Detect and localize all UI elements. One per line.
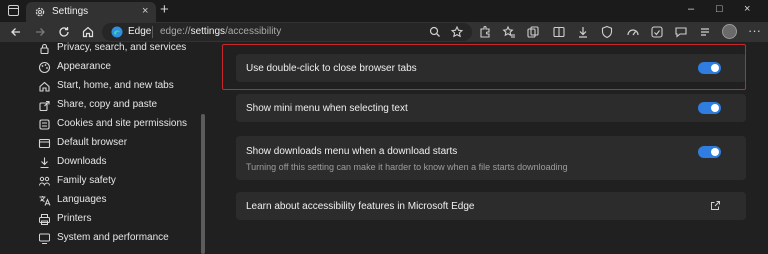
url-text[interactable]: edge://settings/accessibility xyxy=(160,26,281,37)
new-tab-button[interactable]: + xyxy=(160,1,169,18)
title-bar: Settings × + – □ × xyxy=(0,0,768,22)
tab-close-button[interactable]: × xyxy=(142,5,148,17)
sidebar-item-start-home[interactable]: Start, home, and new tabs xyxy=(38,78,198,96)
sidebar-item-cookies[interactable]: Cookies and site permissions xyxy=(38,116,198,134)
mini-menu-toggle[interactable] xyxy=(698,102,721,114)
learn-accessibility-link[interactable]: Learn about accessibility features in Mi… xyxy=(236,192,746,220)
share-icon xyxy=(39,100,50,112)
profile-avatar[interactable] xyxy=(722,24,737,39)
performance-icon[interactable] xyxy=(626,25,640,39)
sidebar-item-languages[interactable]: Languages xyxy=(38,192,198,210)
add-favorite-icon[interactable] xyxy=(450,25,464,39)
sidebar-item-appearance[interactable]: Appearance xyxy=(38,59,198,77)
sidebar-item-privacy[interactable]: Privacy, search, and services xyxy=(38,40,198,58)
settings-and-more-button[interactable]: ··· xyxy=(748,23,761,38)
close-window-button[interactable]: × xyxy=(744,3,750,15)
maximize-button[interactable]: □ xyxy=(716,3,723,15)
collections-icon[interactable] xyxy=(526,25,540,39)
sidebar-item-label: Cookies and site permissions xyxy=(57,118,188,129)
highlight-box xyxy=(222,44,746,90)
downloads-menu-setting: Show downloads menu when a download star… xyxy=(236,136,746,180)
sidebar-item-label: Privacy, search, and services xyxy=(57,42,187,53)
mini-menu-setting: Show mini menu when selecting text xyxy=(236,94,746,122)
sidebar-item-default-browser[interactable]: Default browser xyxy=(38,135,198,153)
extension-icon[interactable] xyxy=(478,25,492,39)
address-toolbar: Edge edge://settings/accessibility ··· xyxy=(0,22,768,42)
gear-icon xyxy=(35,7,45,17)
setting-description: Turning off this setting can make it har… xyxy=(246,162,568,172)
default-browser-icon xyxy=(38,138,51,149)
home-icon[interactable] xyxy=(80,24,96,40)
tab-title: Settings xyxy=(52,6,89,17)
split-screen-icon[interactable] xyxy=(552,25,566,39)
browser-essentials-icon[interactable] xyxy=(650,25,664,39)
family-icon xyxy=(39,176,50,186)
sidebar-item-label: Share, copy and paste xyxy=(57,99,158,110)
sidebar-item-downloads[interactable]: Downloads xyxy=(38,154,198,172)
system-icon xyxy=(39,233,50,244)
refresh-icon[interactable] xyxy=(56,24,72,40)
address-bar[interactable]: Edge edge://settings/accessibility xyxy=(102,23,472,41)
download-icon xyxy=(40,157,49,169)
printer-icon xyxy=(39,214,50,225)
sidebar-item-label: System and performance xyxy=(57,232,169,243)
sidebar-scroll-thumb[interactable] xyxy=(201,114,205,254)
lock-icon xyxy=(40,43,49,55)
tab-settings[interactable]: Settings × xyxy=(26,2,156,22)
address-separator xyxy=(152,26,153,38)
zoom-icon[interactable] xyxy=(428,25,442,39)
downloads-menu-toggle[interactable] xyxy=(698,146,721,158)
sidebar-item-label: Languages xyxy=(57,194,107,205)
settings-sidebar: Privacy, search, and services Appearance… xyxy=(0,42,210,254)
languages-icon xyxy=(39,196,51,206)
learn-more-label: Learn about accessibility features in Mi… xyxy=(246,201,475,212)
sidebar-item-family-safety[interactable]: Family safety xyxy=(38,173,198,191)
brand-label: Edge xyxy=(128,26,152,37)
appearance-icon xyxy=(38,61,51,74)
sidebar-item-share[interactable]: Share, copy and paste xyxy=(38,97,198,115)
favorites-icon[interactable] xyxy=(502,25,516,39)
edge-logo-icon xyxy=(111,26,123,38)
back-icon[interactable] xyxy=(8,24,24,40)
sidebar-item-label: Family safety xyxy=(57,175,116,186)
external-link-icon[interactable] xyxy=(710,200,721,211)
setting-label: Show downloads menu when a download star… xyxy=(246,146,458,157)
copilot-icon[interactable] xyxy=(698,25,712,39)
sidebar-item-system[interactable]: System and performance xyxy=(38,230,198,248)
feedback-icon[interactable] xyxy=(674,25,688,39)
tab-actions-icon[interactable] xyxy=(8,5,19,16)
security-icon[interactable] xyxy=(600,25,614,39)
sidebar-item-label: Default browser xyxy=(57,137,128,148)
forward-icon[interactable] xyxy=(32,24,48,40)
sidebar-item-label: Start, home, and new tabs xyxy=(57,80,174,91)
sidebar-item-label: Appearance xyxy=(57,61,111,72)
sidebar-item-label: Downloads xyxy=(57,156,107,167)
permissions-icon xyxy=(39,119,50,130)
home-icon xyxy=(39,81,50,92)
sidebar-item-printers[interactable]: Printers xyxy=(38,211,198,229)
minimize-button[interactable]: – xyxy=(688,3,694,15)
downloads-icon[interactable] xyxy=(576,25,590,39)
sidebar-item-label: Printers xyxy=(57,213,92,224)
setting-label: Show mini menu when selecting text xyxy=(246,103,408,114)
